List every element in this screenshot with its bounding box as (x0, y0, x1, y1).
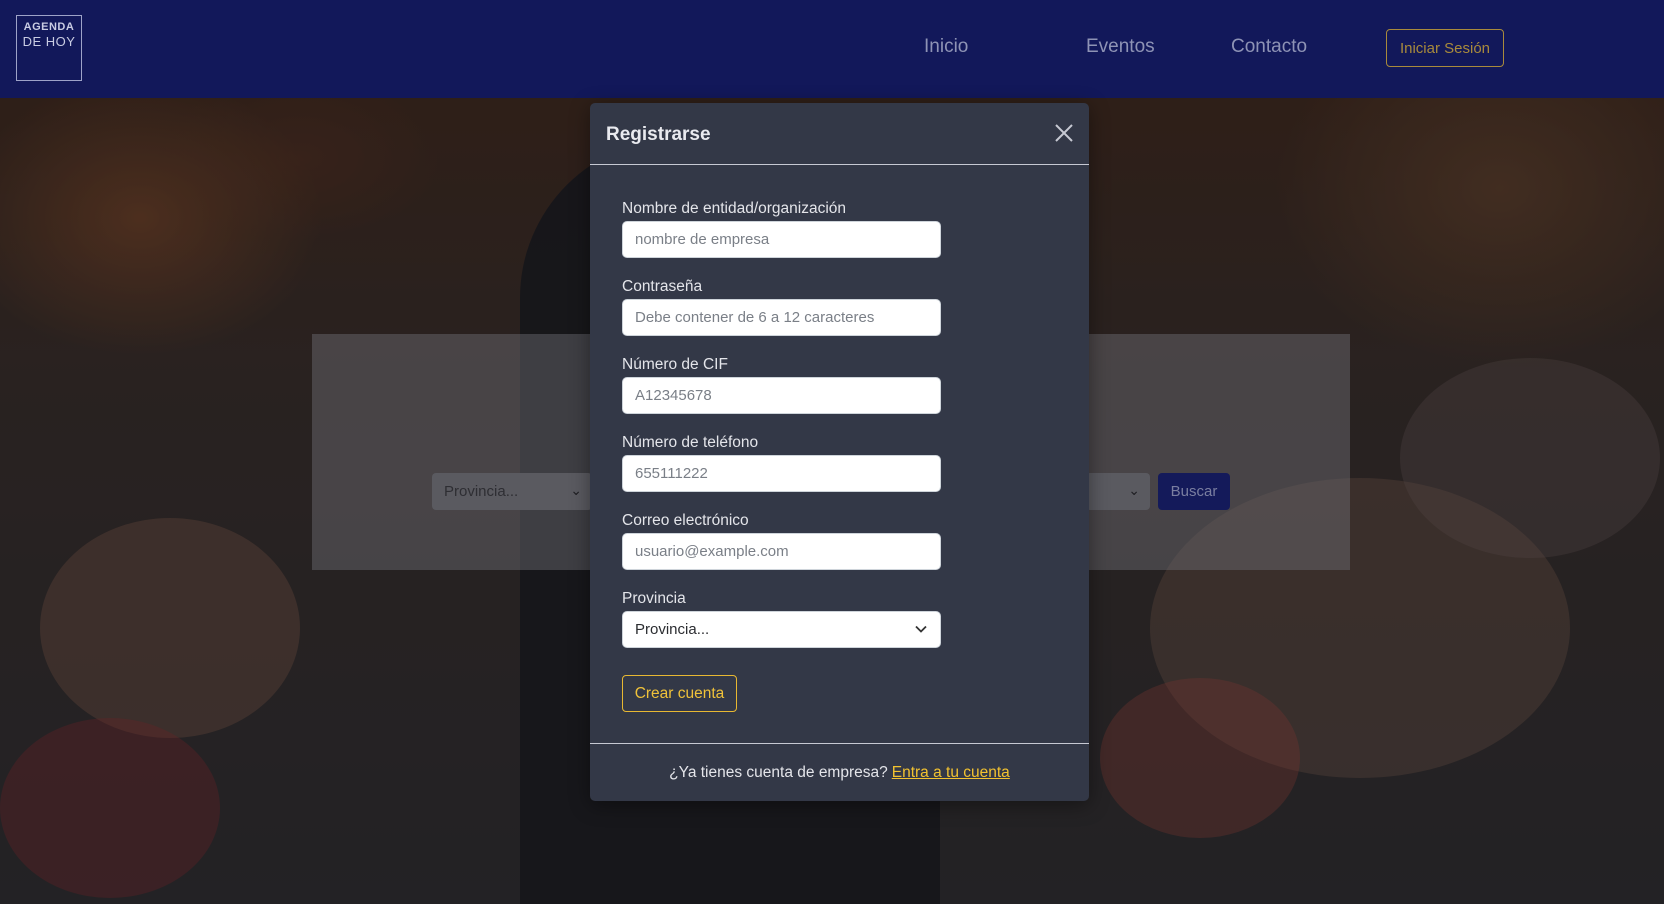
province-select-value: Provincia... (635, 621, 710, 638)
cif-input[interactable] (622, 377, 941, 414)
modal-footer: ¿Ya tienes cuenta de empresa? Entra a tu… (590, 743, 1089, 801)
navbar: AGENDA DE HOY Inicio Eventos Contacto In… (0, 0, 1664, 98)
nav-link-eventos[interactable]: Eventos (1086, 36, 1155, 58)
brand-logo[interactable]: AGENDA DE HOY (16, 15, 82, 81)
chevron-down-icon: ⌄ (570, 482, 582, 498)
register-modal: Registrarse Nombre de entidad/organizaci… (590, 103, 1089, 801)
modal-header: Registrarse (590, 103, 1089, 165)
cif-label: Número de CIF (622, 356, 728, 373)
chevron-down-icon: ⌄ (1128, 482, 1140, 498)
organization-input[interactable] (622, 221, 941, 258)
brand-line-1: AGENDA (23, 21, 75, 33)
footer-text: ¿Ya tienes cuenta de empresa? (669, 763, 888, 781)
close-icon[interactable] (1053, 122, 1075, 144)
login-button[interactable]: Iniciar Sesión (1386, 29, 1504, 67)
bg-province-select-value: Provincia... (444, 483, 519, 500)
brand-line-2: DE HOY (22, 34, 76, 49)
phone-label: Número de teléfono (622, 434, 759, 451)
chevron-down-icon (915, 625, 927, 633)
bg-search-button: Buscar (1158, 473, 1230, 510)
nav-link-contacto[interactable]: Contacto (1231, 36, 1307, 58)
password-label: Contraseña (622, 278, 703, 295)
phone-input[interactable] (622, 455, 941, 492)
province-label: Provincia (622, 590, 686, 607)
password-input[interactable] (622, 299, 941, 336)
bg-category-select: ⌄ (1086, 473, 1150, 510)
province-select[interactable]: Provincia... (622, 611, 941, 648)
nav-link-inicio[interactable]: Inicio (924, 36, 968, 58)
create-account-button[interactable]: Crear cuenta (622, 675, 737, 712)
organization-label: Nombre de entidad/organización (622, 200, 847, 217)
modal-title: Registrarse (606, 124, 711, 145)
login-link[interactable]: Entra a tu cuenta (892, 764, 1010, 782)
email-label: Correo electrónico (622, 512, 749, 529)
email-input[interactable] (622, 533, 941, 570)
bg-province-select: Provincia... ⌄ (432, 473, 592, 510)
